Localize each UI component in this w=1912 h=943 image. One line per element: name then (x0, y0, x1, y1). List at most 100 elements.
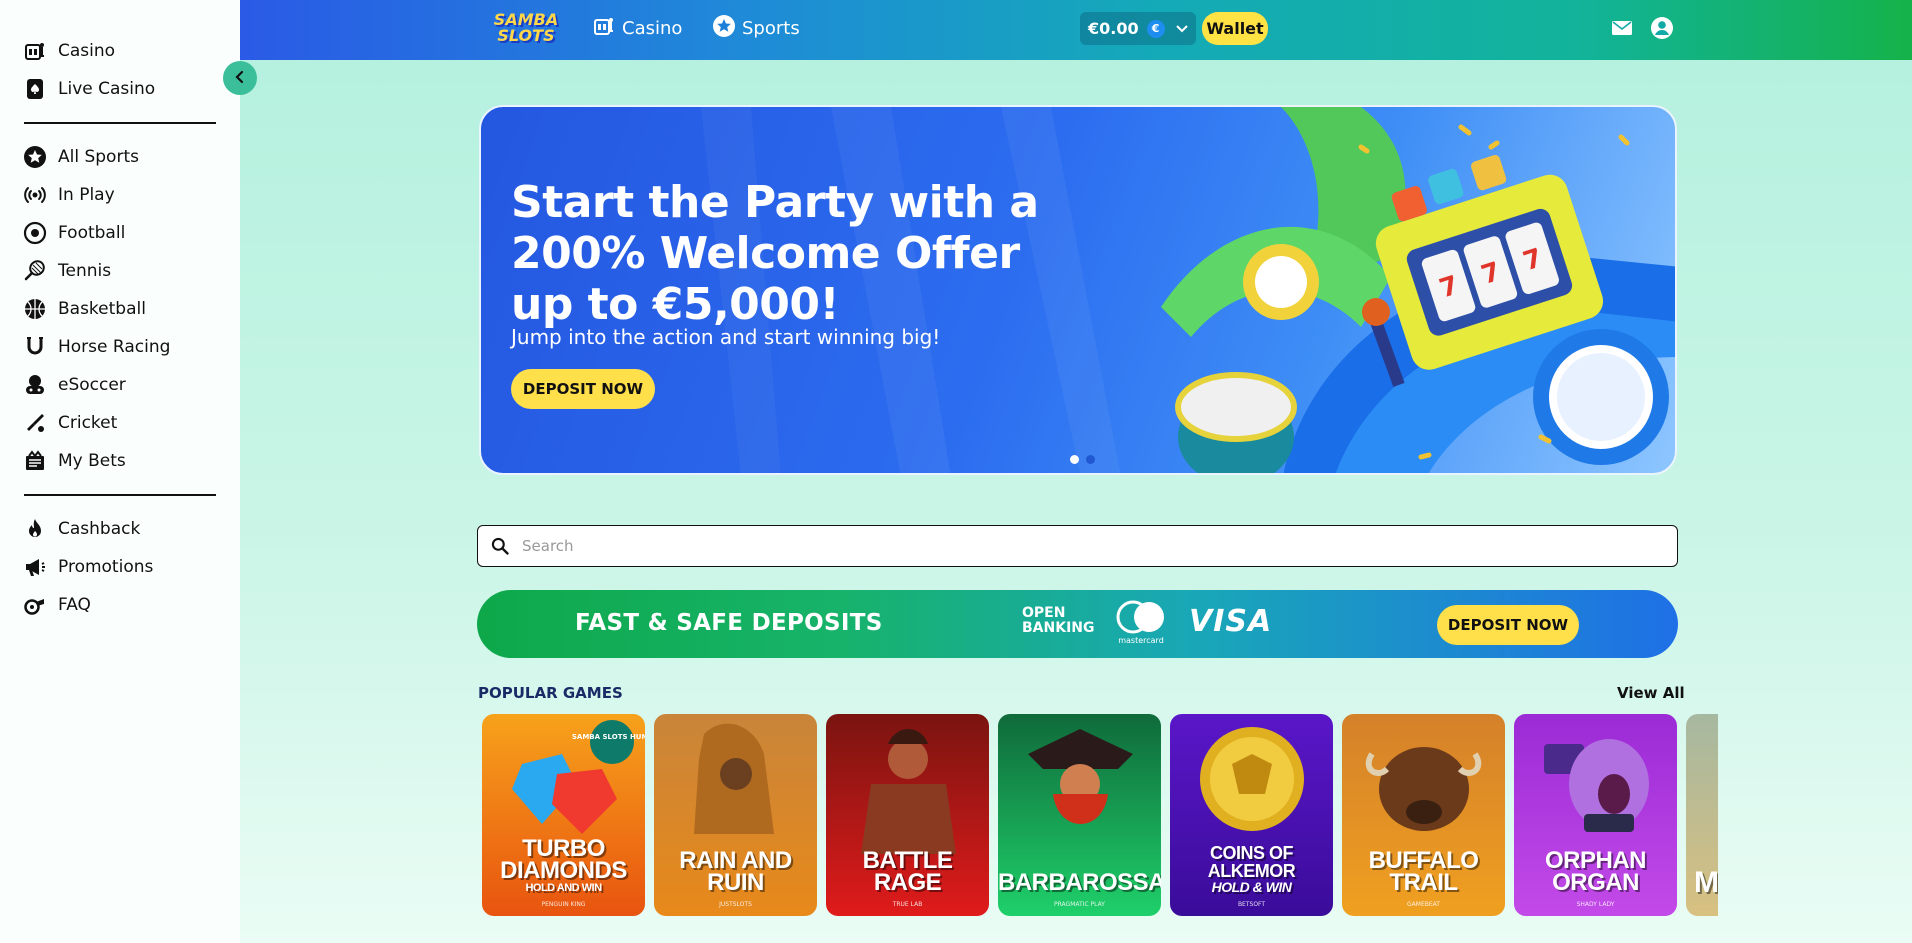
top-bar: SAMBA SLOTS Casino Sports €0.00 € Wallet (240, 0, 1912, 60)
euro-currency-icon: € (1146, 19, 1165, 38)
game-title: TURBO DIAMONDS HOLD AND WIN (482, 835, 645, 895)
horseshoe-icon (22, 334, 48, 360)
game-title: RAIN AND RUIN (654, 847, 817, 896)
sidebar-item-label: All Sports (58, 147, 139, 167)
sidebar-item-cricket[interactable]: Cricket (0, 404, 240, 442)
game-name: RAIN AND RUIN (679, 847, 792, 896)
game-art (1365, 747, 1482, 831)
sidebar-item-football[interactable]: Football (0, 214, 240, 252)
game-provider: TRUE LAB (892, 901, 923, 908)
sidebar-item-horse-racing[interactable]: Horse Racing (0, 328, 240, 366)
star-badge-icon (22, 144, 48, 170)
nav-sports[interactable]: Sports (712, 14, 800, 43)
game-card-turbo-diamonds[interactable]: SAMBA SLOTS HUNT TURBO DIAMONDS HOLD AND … (482, 714, 645, 916)
search-bar[interactable] (477, 525, 1678, 567)
sidebar-item-all-sports[interactable]: All Sports (0, 138, 240, 176)
game-card-partial[interactable]: MO (1686, 714, 1718, 916)
sidebar-item-label: eSoccer (58, 375, 126, 395)
megaphone-icon (22, 554, 48, 580)
logo-line-2: SLOTS (497, 26, 555, 45)
sidebar-item-label: Promotions (58, 557, 154, 577)
nav-casino[interactable]: Casino (592, 14, 682, 43)
game-card-barbarossa[interactable]: BARBAROSSA PRAGMATIC PLAY (998, 714, 1161, 916)
sidebar-group-sports: All Sports In Play Football Tennis Baske… (0, 138, 240, 480)
sidebar-item-cashback[interactable]: Cashback (0, 510, 240, 548)
chevron-left-icon (233, 69, 247, 88)
open-banking-logo: OPEN BANKING (1022, 606, 1095, 636)
samba-slots-logo[interactable]: SAMBA SLOTS (480, 7, 572, 49)
hero-deposit-button[interactable]: DEPOSIT NOW (511, 369, 655, 409)
sidebar-item-basketball[interactable]: Basketball (0, 290, 240, 328)
tennis-racket-icon (22, 258, 48, 284)
game-art (1200, 727, 1304, 831)
sidebar-item-label: Football (58, 223, 126, 243)
popular-games-row: SAMBA SLOTS HUNT TURBO DIAMONDS HOLD AND … (482, 714, 1718, 918)
game-card-orphan-organ[interactable]: ORPHAN ORGAN SHADY LADY (1514, 714, 1677, 916)
cricket-bat-icon (22, 410, 48, 436)
carousel-dot-2[interactable] (1086, 455, 1095, 464)
game-provider: GAMEBEAT (1407, 901, 1440, 908)
sidebar-item-faq[interactable]: FAQ (0, 586, 240, 624)
game-art (694, 723, 774, 834)
sidebar-item-label: Tennis (58, 261, 112, 281)
balance-amount: €0.00 (1088, 19, 1139, 38)
sidebar-item-label: Live Casino (58, 79, 156, 99)
balance-dropdown[interactable]: €0.00 € (1080, 12, 1196, 45)
sidebar-item-label: FAQ (58, 595, 91, 615)
sidebar: Casino Live Casino All Sports In Play Fo… (0, 0, 240, 943)
visa-logo: VISA (1189, 604, 1273, 639)
sidebar-item-label: Cricket (58, 413, 118, 433)
football-icon (22, 220, 48, 246)
game-title: BUFFALO TRAIL (1342, 847, 1505, 896)
sidebar-item-live-casino[interactable]: Live Casino (0, 70, 240, 108)
game-art (1686, 714, 1718, 864)
basketball-icon (22, 296, 48, 322)
game-name: BATTLE RAGE (862, 847, 953, 896)
search-input[interactable] (522, 537, 1677, 555)
game-art (1544, 739, 1649, 832)
deposit-now-button[interactable]: DEPOSIT NOW (1437, 605, 1579, 645)
game-card-battle-rage[interactable]: BATTLE RAGE TRUE LAB (826, 714, 989, 916)
card-spade-icon (22, 76, 48, 102)
game-name: BUFFALO TRAIL (1368, 847, 1479, 896)
sidebar-item-casino[interactable]: Casino (0, 32, 240, 70)
hero-banner[interactable]: Start the Party with a 200% Welcome Offe… (479, 105, 1677, 475)
broadcast-icon (22, 182, 48, 208)
wallet-button[interactable]: Wallet (1202, 12, 1268, 45)
game-card-coins-of-alkemor[interactable]: COINS OF ALKEMOR HOLD & WIN BETSOFT (1170, 714, 1333, 916)
sidebar-collapse-button[interactable] (223, 61, 257, 95)
game-title: ORPHAN ORGAN (1514, 847, 1677, 896)
sidebar-item-promotions[interactable]: Promotions (0, 548, 240, 586)
game-name: ORPHAN ORGAN (1544, 847, 1647, 896)
popular-games-title: POPULAR GAMES (478, 684, 623, 702)
flame-icon (22, 516, 48, 542)
sidebar-item-label: In Play (58, 185, 115, 205)
mail-icon[interactable] (1610, 16, 1634, 40)
game-card-rain-and-ruin[interactable]: RAIN AND RUIN JUSTSLOTS (654, 714, 817, 916)
view-all-link[interactable]: View All (1617, 684, 1685, 702)
game-art (861, 729, 956, 854)
whistle-icon (22, 592, 48, 618)
hero-title: Start the Party with a 200% Welcome Offe… (511, 177, 1039, 330)
game-provider: PENGUIN KING (541, 901, 586, 908)
sidebar-item-my-bets[interactable]: My Bets (0, 442, 240, 480)
game-provider: SHADY LADY (1576, 901, 1615, 908)
search-icon (490, 536, 522, 556)
sidebar-item-tennis[interactable]: Tennis (0, 252, 240, 290)
game-card-buffalo-trail[interactable]: BUFFALO TRAIL GAMEBEAT (1342, 714, 1505, 916)
game-subtitle: HOLD & WIN (1211, 879, 1292, 895)
carousel-dot-1[interactable] (1070, 455, 1079, 464)
sidebar-item-esoccer[interactable]: eSoccer (0, 366, 240, 404)
ticket-icon (22, 448, 48, 474)
slot-machine-icon (22, 38, 48, 64)
game-provider: PRAGMATIC PLAY (1054, 901, 1105, 908)
game-title: COINS OF ALKEMOR HOLD & WIN (1170, 844, 1333, 894)
slot-machine-illustration: 7 7 7 (1161, 107, 1675, 473)
sidebar-item-in-play[interactable]: In Play (0, 176, 240, 214)
game-title: BATTLE RAGE (826, 847, 989, 896)
user-icon[interactable] (1650, 16, 1674, 40)
game-provider: JUSTSLOTS (719, 901, 752, 908)
game-name: TURBO DIAMONDS (500, 835, 627, 884)
sidebar-item-label: Cashback (58, 519, 141, 539)
deposit-banner-title: FAST & SAFE DEPOSITS (575, 610, 883, 636)
